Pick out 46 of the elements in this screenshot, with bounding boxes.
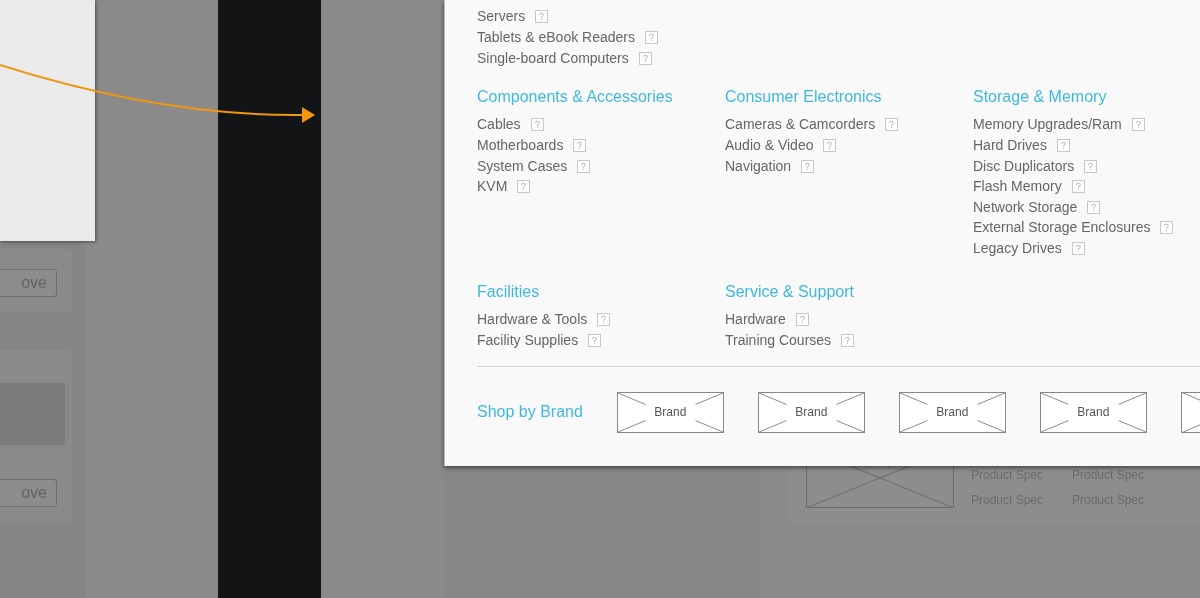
menu-link[interactable]: Network Storage <box>973 198 1078 216</box>
help-icon <box>801 159 815 173</box>
menu-link[interactable]: Flash Memory <box>973 178 1062 196</box>
help-icon <box>1131 118 1145 132</box>
menu-link[interactable]: Legacy Drives <box>973 240 1062 257</box>
help-icon <box>645 31 658 44</box>
brand-logo[interactable]: Brand <box>1039 391 1147 433</box>
menu-link[interactable]: Cables <box>477 116 521 134</box>
menu-link[interactable]: KVM <box>477 178 508 196</box>
help-icon <box>1056 139 1070 153</box>
menu-link[interactable]: Servers <box>477 8 526 26</box>
help-icon <box>597 313 611 327</box>
menu-link[interactable]: Memory Upgrades/Ram <box>973 116 1122 134</box>
help-icon <box>517 180 531 194</box>
help-icon <box>588 333 602 347</box>
menu-link[interactable]: Facility Supplies <box>477 331 579 349</box>
help-icon <box>577 159 591 173</box>
menu-link[interactable]: Disc Duplicators <box>973 157 1075 175</box>
help-icon <box>1071 242 1085 255</box>
help-icon <box>885 118 899 132</box>
menu-link[interactable]: System Cases <box>477 157 568 175</box>
help-icon <box>1084 159 1098 173</box>
menu-link[interactable]: Audio & Video <box>725 137 814 155</box>
brand-logo[interactable]: Brand <box>898 391 1006 433</box>
help-icon <box>1071 180 1085 194</box>
help-icon <box>638 51 652 65</box>
help-icon <box>573 139 587 153</box>
menu-link[interactable]: Hard Drives <box>973 137 1047 155</box>
menu-link[interactable]: Cameras & Camcorders <box>725 116 876 134</box>
brand-logo[interactable]: Brand <box>757 391 865 433</box>
help-icon <box>1160 221 1174 235</box>
brand-logo[interactable]: Brand <box>616 391 724 433</box>
help-icon <box>795 313 809 327</box>
menu-link[interactable]: Hardware <box>725 311 786 329</box>
menu-link[interactable]: Motherboards <box>477 137 564 155</box>
menu-link[interactable]: Hardware & Tools <box>477 311 588 329</box>
menu-link[interactable]: Tablets & eBook Readers <box>477 29 635 46</box>
menu-link[interactable]: External Storage Enclosures <box>973 219 1151 237</box>
help-icon <box>841 333 855 347</box>
help-icon <box>823 139 837 153</box>
help-icon <box>535 10 549 24</box>
menu-link[interactable]: Single-board Computers <box>477 49 629 67</box>
menu-link[interactable]: Navigation <box>725 157 792 175</box>
help-icon <box>1087 200 1101 214</box>
menu-link[interactable]: Training Courses <box>725 331 832 349</box>
help-icon <box>530 118 544 132</box>
